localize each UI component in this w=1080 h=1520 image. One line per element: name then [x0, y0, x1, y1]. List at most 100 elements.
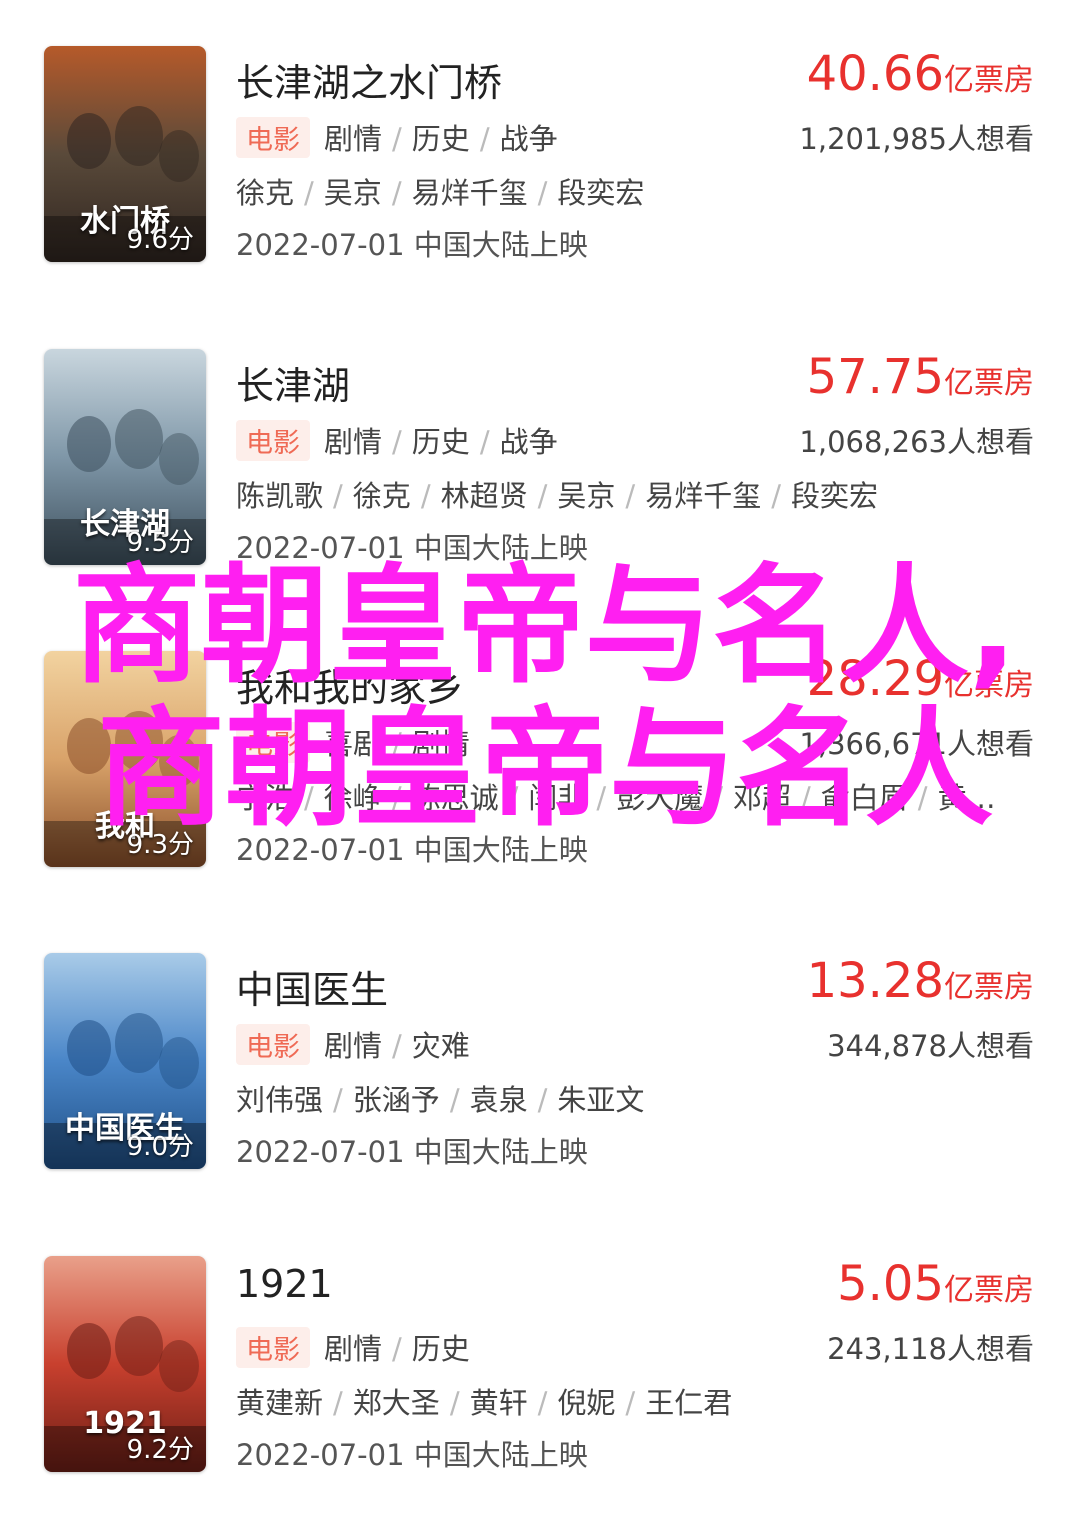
- separator: /: [917, 781, 928, 815]
- separator: /: [537, 1386, 548, 1420]
- rating-score: 9.0分: [126, 1132, 194, 1162]
- movie-title[interactable]: 1921: [236, 1262, 333, 1306]
- movie-type-tag: 电影: [236, 1024, 310, 1065]
- want-to-watch-count: 243,118人想看: [827, 1332, 1034, 1366]
- want-to-watch-count: 344,878人想看: [827, 1029, 1034, 1063]
- movie-row[interactable]: 我和 9.3分 我和我的家乡 28.29亿票房 电影 喜剧 / 剧情 1,366,67…: [0, 651, 1080, 871]
- separator: /: [392, 727, 402, 761]
- release-date: 2022-07-01 中国大陆上映: [236, 228, 588, 262]
- box-office-number: 57.75: [806, 349, 944, 405]
- box-office: 5.05亿票房: [837, 1256, 1034, 1312]
- separator: /: [391, 176, 402, 210]
- rating-score: 9.5分: [126, 528, 194, 558]
- release-date: 2022-07-01 中国大陆上映: [236, 1438, 588, 1472]
- cast-member: 林超贤: [440, 479, 528, 513]
- cast-line: 陈凯歌 / 徐克 / 林超贤 / 吴京 / 易烊千玺 / 段奕宏: [236, 473, 878, 515]
- genre-line: 电影 喜剧 / 剧情: [236, 721, 470, 763]
- cast-member: 彭大魔: [616, 781, 704, 815]
- separator: /: [304, 176, 314, 210]
- genre-line: 电影 剧情 / 历史: [236, 1326, 470, 1368]
- cast-member: 黄建新: [236, 1386, 324, 1420]
- cast-member: 闫非: [528, 781, 587, 815]
- genre-item: 剧情: [324, 1332, 383, 1366]
- cast-member: 易烊千玺: [411, 176, 528, 210]
- genre-line: 电影 剧情 / 历史 / 战争: [236, 419, 558, 461]
- cast-member: 邓超: [732, 781, 791, 815]
- separator: /: [420, 479, 431, 513]
- cast-member: 徐克: [236, 176, 295, 210]
- release-date: 2022-07-01 中国大陆上映: [236, 1135, 588, 1169]
- separator: /: [392, 122, 402, 156]
- movie-poster[interactable]: 1921 9.2分: [44, 1256, 206, 1472]
- want-to-watch-count: 1,366,671人想看: [799, 727, 1034, 761]
- cast-member: 徐峥: [323, 781, 382, 815]
- box-office-number: 40.66: [806, 46, 944, 102]
- genre-line: 电影 剧情 / 历史 / 战争: [236, 116, 558, 158]
- want-to-watch-count: 1,068,263人想看: [799, 425, 1034, 459]
- release-date: 2022-07-01 中国大陆上映: [236, 531, 588, 565]
- cast-member: 俞白眉: [820, 781, 908, 815]
- genre-item: 历史: [411, 122, 470, 156]
- separator: /: [304, 781, 314, 815]
- cast-member: 吴京: [323, 176, 382, 210]
- box-office-number: 5.05: [837, 1256, 944, 1312]
- cast-member: 吴京: [557, 479, 616, 513]
- separator: /: [333, 479, 343, 513]
- movie-poster[interactable]: 长津湖 9.5分: [44, 349, 206, 565]
- box-office: 13.28亿票房: [807, 953, 1034, 1009]
- genre-item: 战争: [499, 425, 558, 459]
- cast-member: 张涵予: [352, 1083, 440, 1117]
- cast-member: 段奕宏: [790, 479, 878, 513]
- box-office-unit: 亿票房: [944, 366, 1034, 401]
- cast-member: 易烊千玺: [645, 479, 762, 513]
- cast-member: 黄轩: [469, 1386, 528, 1420]
- cast-member: 黄…: [937, 781, 996, 815]
- genre-item: 剧情: [324, 122, 383, 156]
- genre-line: 电影 剧情 / 灾难: [236, 1023, 470, 1065]
- movie-title[interactable]: 我和我的家乡: [236, 657, 464, 712]
- separator: /: [537, 1083, 548, 1117]
- cast-member: 郑大圣: [352, 1386, 440, 1420]
- cast-line: 刘伟强 / 张涵予 / 袁泉 / 朱亚文: [236, 1077, 644, 1119]
- box-office-unit: 亿票房: [944, 668, 1034, 703]
- cast-member: 王仁君: [645, 1386, 733, 1420]
- separator: /: [596, 781, 607, 815]
- separator: /: [713, 781, 723, 815]
- cast-member: 袁泉: [469, 1083, 528, 1117]
- movie-row[interactable]: 长津湖 9.5分 长津湖 57.75亿票房 电影 剧情 / 历史 / 战争 1,068,2…: [0, 349, 1080, 569]
- movie-poster[interactable]: 我和 9.3分: [44, 651, 206, 867]
- movie-poster[interactable]: 中国医生 9.0分: [44, 953, 206, 1169]
- movie-title[interactable]: 长津湖之水门桥: [236, 52, 502, 107]
- movie-title[interactable]: 中国医生: [236, 959, 388, 1014]
- separator: /: [479, 122, 490, 156]
- movie-row[interactable]: 中国医生 9.0分 中国医生 13.28亿票房 电影 剧情 / 灾难 344,878人…: [0, 953, 1080, 1173]
- separator: /: [392, 425, 402, 459]
- cast-member: 陈凯歌: [236, 479, 324, 513]
- box-office-unit: 亿票房: [944, 63, 1034, 98]
- movie-row[interactable]: 水门桥 9.6分 长津湖之水门桥 40.66亿票房 电影 剧情 / 历史 / 战争 1,2…: [0, 46, 1080, 266]
- cast-member: 倪妮: [557, 1386, 616, 1420]
- separator: /: [537, 176, 548, 210]
- separator: /: [479, 425, 490, 459]
- cast-member: 段奕宏: [557, 176, 645, 210]
- cast-member: 宁浩: [236, 781, 295, 815]
- rating-score: 9.6分: [126, 225, 194, 255]
- box-office-unit: 亿票房: [944, 970, 1034, 1005]
- separator: /: [508, 781, 519, 815]
- separator: /: [391, 781, 402, 815]
- genre-item: 剧情: [411, 727, 470, 761]
- genre-item: 剧情: [324, 1029, 383, 1063]
- rating-score: 9.2分: [126, 1435, 194, 1465]
- cast-member: 陈思诚: [411, 781, 499, 815]
- movie-row[interactable]: 1921 9.2分 1921 5.05亿票房 电影 剧情 / 历史 243,118人想…: [0, 1256, 1080, 1476]
- genre-item: 历史: [411, 1332, 470, 1366]
- separator: /: [333, 1386, 343, 1420]
- genre-item: 灾难: [411, 1029, 470, 1063]
- cast-member: 刘伟强: [236, 1083, 324, 1117]
- cast-line: 宁浩 / 徐峥 / 陈思诚 / 闫非 / 彭大魔 / 邓超 / 俞白眉 / 黄…: [236, 775, 996, 817]
- movie-poster[interactable]: 水门桥 9.6分: [44, 46, 206, 262]
- cast-member: 徐克: [352, 479, 411, 513]
- movie-title[interactable]: 长津湖: [236, 355, 350, 410]
- want-to-watch-count: 1,201,985人想看: [799, 122, 1034, 156]
- genre-item: 战争: [499, 122, 558, 156]
